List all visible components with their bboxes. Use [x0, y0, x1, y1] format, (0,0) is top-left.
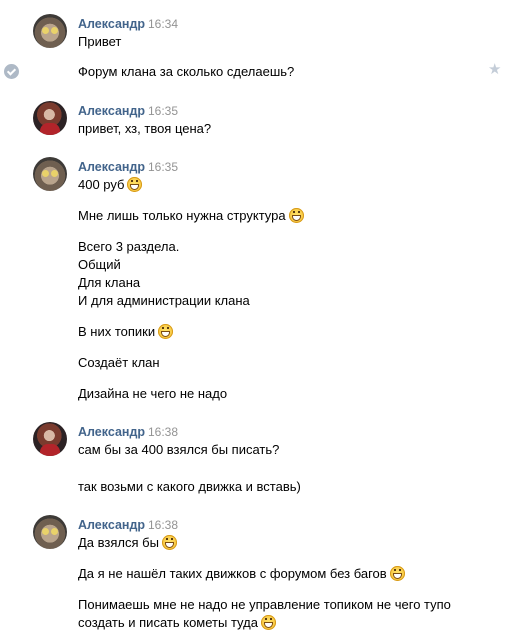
author-name[interactable]: Александр	[78, 17, 145, 31]
star-icon[interactable]: ★	[488, 60, 501, 78]
message-text: Привет	[78, 34, 122, 49]
avatar[interactable]	[33, 422, 67, 456]
avatar[interactable]	[33, 515, 67, 549]
message-time[interactable]: 16:35	[148, 160, 178, 174]
grinning-emoji-icon	[389, 566, 405, 581]
message-row: 400 руб	[78, 176, 478, 194]
message-text: 400 руб	[78, 177, 125, 192]
message-time[interactable]: 16:38	[148, 518, 178, 532]
message-text: Да я не нашёл таких движков с форумом бе…	[78, 566, 387, 581]
message-row: создать и писать кометы туда	[78, 614, 478, 632]
message-text: привет, хз, твоя цена?	[78, 121, 212, 136]
message-row: Да взялся бы	[78, 534, 478, 552]
message-text: сам бы за 400 взялся бы писать?	[78, 442, 280, 457]
message-time[interactable]: 16:35	[148, 104, 178, 118]
message-text: Для клана	[78, 275, 141, 290]
avatar[interactable]	[33, 101, 67, 135]
message-time[interactable]: 16:34	[148, 17, 178, 31]
author-name[interactable]: Александр	[78, 160, 145, 174]
avatar[interactable]	[33, 14, 67, 48]
avatar[interactable]	[33, 157, 67, 191]
grinning-emoji-icon	[161, 535, 177, 550]
author-name[interactable]: Александр	[78, 425, 145, 439]
message-text: Мне лишь только нужна структура	[78, 208, 286, 223]
message-text: так возьми с какого движка и вставь)	[78, 479, 301, 494]
message-text: И для администрации клана	[78, 293, 250, 308]
message-text: Понимаешь мне не надо не управление топи…	[78, 597, 451, 612]
grinning-emoji-icon	[288, 208, 304, 223]
check-icon[interactable]	[4, 64, 19, 79]
chat-history: ★ Александр 16:34 Привет Форум клана за …	[0, 0, 527, 640]
grinning-emoji-icon	[260, 615, 276, 630]
message-row: Да я не нашёл таких движков с форумом бе…	[78, 565, 478, 583]
message-text: Дизайна не чего не надо	[78, 386, 228, 401]
message-text: В них топики	[78, 324, 156, 339]
message-text: Общий	[78, 257, 121, 272]
message-text: Всего 3 раздела.	[78, 239, 180, 254]
grinning-emoji-icon	[158, 324, 174, 339]
message-text: создать и писать кометы туда	[78, 615, 258, 630]
message-row: Мне лишь только нужна структура	[78, 207, 478, 225]
message-row: В них топики	[78, 323, 478, 341]
author-name[interactable]: Александр	[78, 104, 145, 118]
message-text: Форум клана за сколько сделаешь?	[78, 64, 295, 79]
message-text: Создаёт клан	[78, 355, 160, 370]
grinning-emoji-icon	[127, 177, 143, 192]
author-name[interactable]: Александр	[78, 518, 145, 532]
message-time[interactable]: 16:38	[148, 425, 178, 439]
message-text: Да взялся бы	[78, 535, 159, 550]
